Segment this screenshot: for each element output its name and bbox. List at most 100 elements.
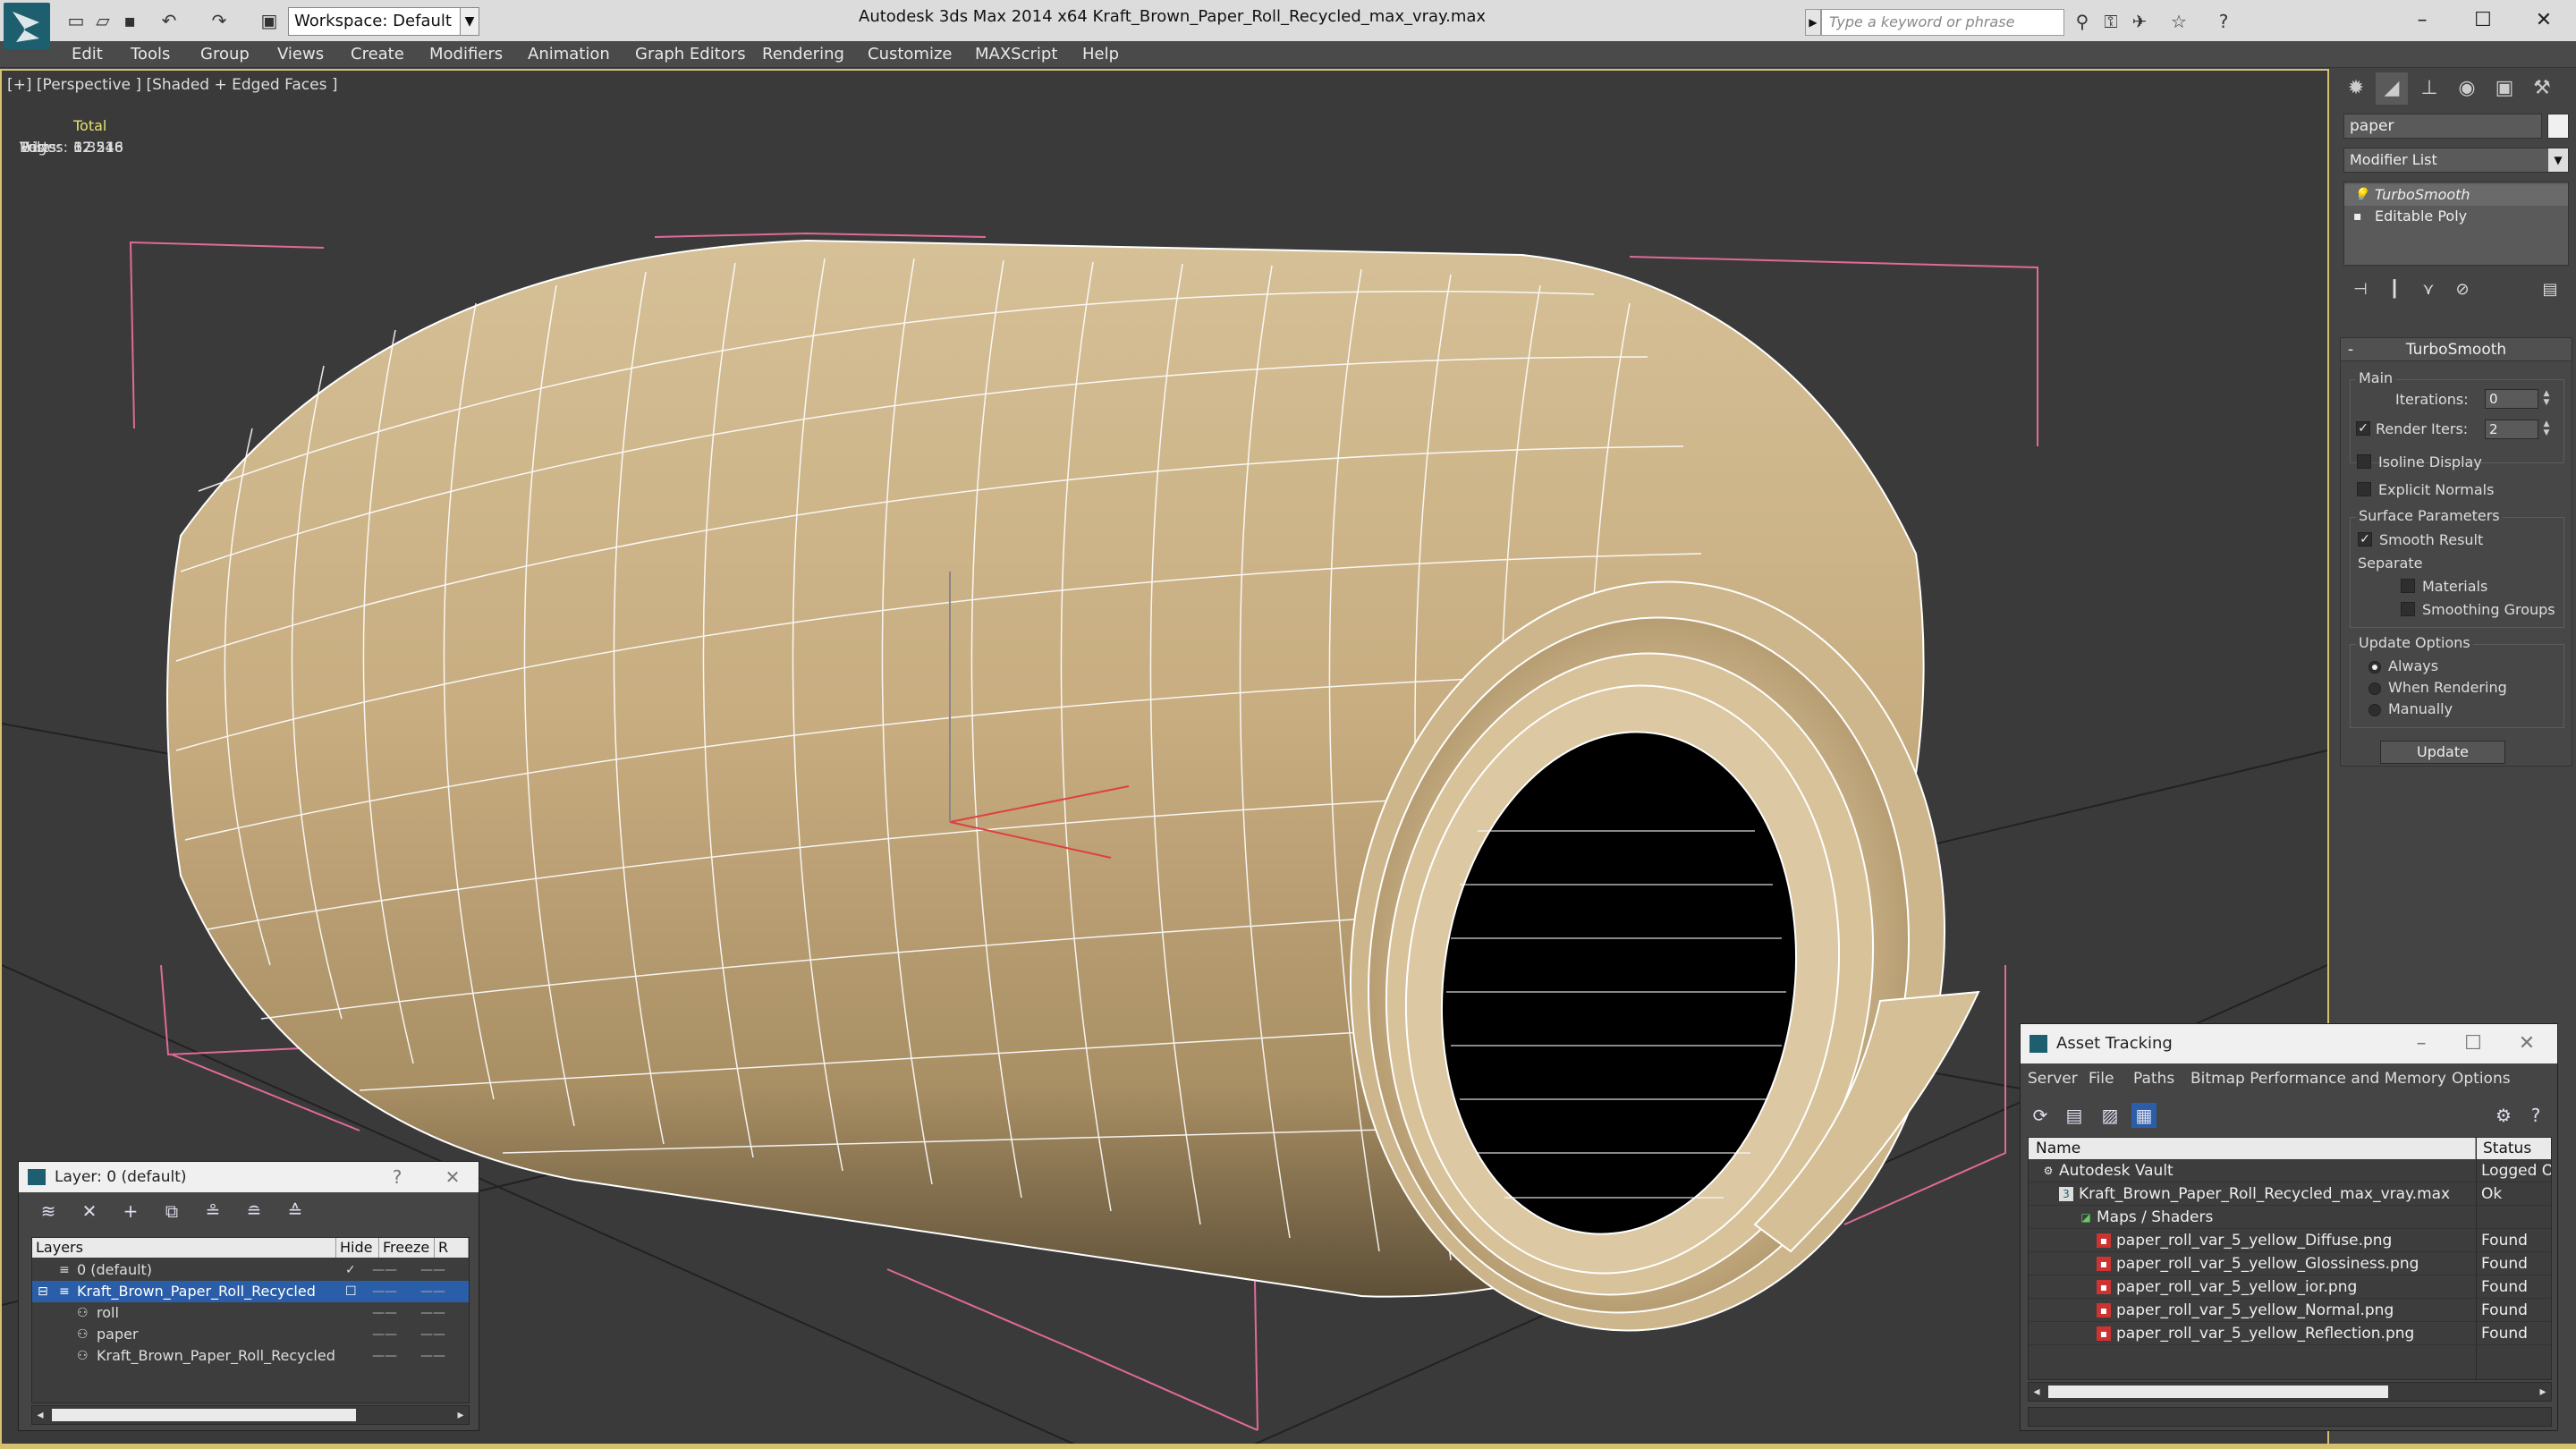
menu-maxscript[interactable]: MAXScript (975, 45, 1057, 64)
freeze-toggle[interactable]: —— (420, 1302, 445, 1324)
hide-toggle[interactable]: —— (372, 1302, 397, 1324)
workspace-dropdown[interactable]: Workspace: Default (288, 7, 479, 36)
hide-toggle[interactable]: —— (372, 1345, 397, 1367)
chevron-down-icon[interactable]: ▼ (460, 7, 479, 36)
thumbnail-view-icon[interactable]: ▨ (2097, 1103, 2123, 1128)
hide-all-icon[interactable]: ≘ (242, 1199, 266, 1223)
horizontal-scrollbar[interactable]: ◂ ▸ (2028, 1382, 2552, 1402)
save-file-icon[interactable]: ▪ (120, 11, 140, 30)
configure-sets-icon[interactable]: ▤ (2538, 278, 2562, 301)
materials-checkbox[interactable] (2401, 579, 2415, 593)
menu-modifiers[interactable]: Modifiers (429, 45, 503, 64)
undo-icon[interactable]: ↶ (159, 11, 179, 30)
stack-item-editable-poly[interactable]: ▪ Editable Poly (2344, 206, 2568, 227)
collapse-icon[interactable]: - (2348, 338, 2353, 361)
close-icon[interactable]: ✕ (439, 1162, 466, 1192)
menu-paths[interactable]: Paths (2133, 1070, 2174, 1088)
asset-row[interactable]: ▪ paper_roll_var_5_yellow_Normal.png Fou… (2029, 1299, 2551, 1322)
asset-row[interactable]: ▪ paper_roll_var_5_yellow_Glossiness.png… (2029, 1252, 2551, 1275)
binoculars-icon[interactable]: ⚲ (2072, 11, 2093, 32)
maximize-button[interactable]: ☐ (2455, 1024, 2491, 1063)
scrollbar-thumb[interactable] (52, 1409, 356, 1421)
when-rendering-radio[interactable] (2368, 682, 2381, 695)
modify-tab-icon[interactable]: ◢ (2376, 72, 2408, 105)
column-header-render[interactable]: R (435, 1238, 469, 1258)
app-logo-icon[interactable] (4, 3, 50, 49)
highlight-layer-icon[interactable]: ≗ (201, 1199, 225, 1223)
redo-icon[interactable]: ↷ (209, 11, 229, 30)
scrollbar-thumb[interactable] (2048, 1385, 2388, 1398)
iterations-spinner[interactable]: 0 (2485, 389, 2538, 409)
manually-radio[interactable] (2368, 704, 2381, 716)
rollout-header[interactable]: - TurboSmooth (2341, 338, 2572, 361)
collapse-icon[interactable]: ⊟ (38, 1281, 48, 1302)
remove-modifier-icon[interactable]: ⊘ (2451, 278, 2474, 301)
explicit-normals-checkbox[interactable] (2357, 482, 2371, 496)
render-iters-spinner[interactable]: 2 (2485, 419, 2538, 439)
asset-row[interactable]: ▪ paper_roll_var_5_yellow_Diffuse.png Fo… (2029, 1229, 2551, 1252)
minimize-button[interactable]: – (2404, 5, 2440, 36)
set-active-box-icon[interactable]: ☐ (345, 1281, 357, 1302)
horizontal-scrollbar[interactable]: ◂ ▸ (31, 1405, 470, 1425)
column-header-hide[interactable]: Hide (336, 1238, 379, 1258)
viewport-label[interactable]: [+] [Perspective ] [Shaded + Edged Faces… (7, 76, 337, 94)
smooth-result-checkbox[interactable]: ✓ (2358, 532, 2372, 547)
help-icon[interactable]: ? (384, 1162, 411, 1192)
column-header-name[interactable]: Name (2029, 1138, 2476, 1159)
update-button[interactable]: Update (2380, 741, 2505, 764)
new-layer-icon[interactable]: ≋ (37, 1199, 60, 1223)
utilities-tab-icon[interactable]: ⚒ (2526, 72, 2558, 105)
menu-views[interactable]: Views (277, 45, 324, 64)
favorites-icon[interactable]: ☆ (2168, 11, 2190, 32)
subscription-icon[interactable]: ⚿ (2100, 11, 2122, 32)
menu-server[interactable]: Server (2028, 1070, 2078, 1088)
hide-toggle[interactable]: —— (372, 1259, 397, 1281)
communication-icon[interactable]: ✈ (2129, 11, 2150, 32)
scroll-right-icon[interactable]: ▸ (453, 1406, 469, 1424)
isoline-display-checkbox[interactable] (2357, 454, 2371, 469)
layer-row[interactable]: ≡ 0 (default) ✓ —— —— (32, 1259, 469, 1281)
help-icon[interactable]: ? (2213, 11, 2234, 32)
layer-row[interactable]: ⚇ Kraft_Brown_Paper_Roll_Recycled —— —— (32, 1345, 469, 1367)
close-button[interactable]: ✕ (2509, 1024, 2545, 1063)
list-view-icon[interactable]: ▤ (2062, 1103, 2087, 1128)
render-iters-checkbox[interactable]: ✓ (2356, 421, 2370, 436)
spinner-arrows-icon[interactable]: ▲ ▼ (2540, 389, 2553, 409)
search-input[interactable]: Type a keyword or phrase (1821, 9, 2064, 36)
chevron-down-icon[interactable]: ▼ (2548, 148, 2568, 172)
active-layer-check-icon[interactable]: ✓ (345, 1259, 356, 1281)
show-end-result-icon[interactable]: ┃ (2383, 278, 2406, 301)
menu-tools[interactable]: Tools (131, 45, 170, 64)
asset-row[interactable]: ▪ paper_roll_var_5_yellow_ior.png Found (2029, 1275, 2551, 1299)
freeze-toggle[interactable]: —— (420, 1324, 445, 1345)
object-color-swatch[interactable] (2547, 114, 2569, 139)
freeze-toggle[interactable]: —— (420, 1259, 445, 1281)
object-name-input[interactable]: paper (2343, 114, 2542, 139)
menu-group[interactable]: Group (200, 45, 250, 64)
smoothing-groups-checkbox[interactable] (2401, 602, 2415, 616)
expand-box-icon[interactable]: ▪ (2353, 210, 2366, 223)
vault-icon[interactable]: ⚙ (2491, 1103, 2516, 1128)
asset-row[interactable]: ◪ Maps / Shaders (2029, 1206, 2551, 1229)
close-button[interactable]: ✕ (2526, 5, 2562, 36)
project-folder-icon[interactable]: ▣ (259, 11, 279, 30)
asset-row[interactable]: 3 Kraft_Brown_Paper_Roll_Recycled_max_vr… (2029, 1182, 2551, 1206)
lightbulb-icon[interactable]: 💡 (2353, 189, 2368, 201)
menu-rendering[interactable]: Rendering (762, 45, 844, 64)
menu-animation[interactable]: Animation (528, 45, 610, 64)
scroll-left-icon[interactable]: ◂ (2029, 1383, 2045, 1401)
column-header-status[interactable]: Status (2476, 1138, 2551, 1159)
menu-graph-editors[interactable]: Graph Editors (635, 45, 746, 64)
layer-row[interactable]: ⊟ ≡ Kraft_Brown_Paper_Roll_Recycled ☐ ——… (32, 1281, 469, 1302)
open-file-icon[interactable]: ▱ (93, 11, 113, 30)
menu-customize[interactable]: Customize (868, 45, 952, 64)
scroll-right-icon[interactable]: ▸ (2535, 1383, 2551, 1401)
hide-toggle[interactable]: —— (372, 1324, 397, 1345)
delete-layer-icon[interactable]: ✕ (78, 1199, 101, 1223)
always-radio[interactable] (2368, 661, 2381, 674)
asset-row[interactable]: ⚙ Autodesk Vault Logged O (2029, 1159, 2551, 1182)
layer-row[interactable]: ⚇ roll —— —— (32, 1302, 469, 1324)
asset-row[interactable]: ▪ paper_roll_var_5_yellow_Reflection.png… (2029, 1322, 2551, 1345)
freeze-toggle[interactable]: —— (420, 1281, 445, 1302)
hide-toggle[interactable]: —— (372, 1281, 397, 1302)
